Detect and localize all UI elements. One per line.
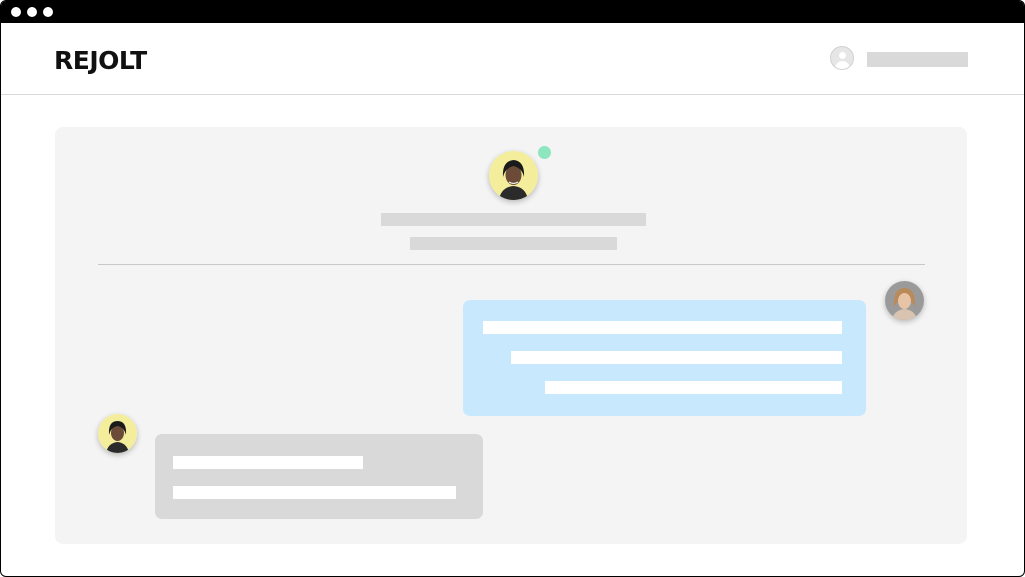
message-line (173, 486, 456, 499)
message-line (545, 381, 842, 394)
contact-name-placeholder (381, 213, 646, 226)
chat-divider (98, 264, 925, 265)
window-minimize-dot[interactable] (27, 7, 37, 17)
chat-panel (55, 127, 967, 544)
user-icon[interactable] (830, 46, 854, 70)
window-close-dot[interactable] (11, 7, 21, 17)
outgoing-message-bubble[interactable] (463, 300, 866, 416)
incoming-message-bubble[interactable] (155, 434, 483, 519)
message-line (511, 351, 842, 364)
self-avatar[interactable] (885, 281, 924, 320)
message-line (173, 456, 363, 469)
online-status-dot (538, 146, 551, 159)
app-header: REJOLT (1, 23, 1024, 95)
message-line (483, 321, 842, 334)
rejolt-logo[interactable]: REJOLT (54, 47, 147, 75)
contact-avatar[interactable] (489, 151, 538, 200)
window-titlebar (1, 1, 1024, 23)
browser-window: REJOLT (0, 0, 1025, 577)
window-maximize-dot[interactable] (43, 7, 53, 17)
contact-avatar-small[interactable] (98, 414, 137, 453)
contact-subtitle-placeholder (410, 237, 617, 250)
user-name-placeholder (867, 52, 968, 67)
